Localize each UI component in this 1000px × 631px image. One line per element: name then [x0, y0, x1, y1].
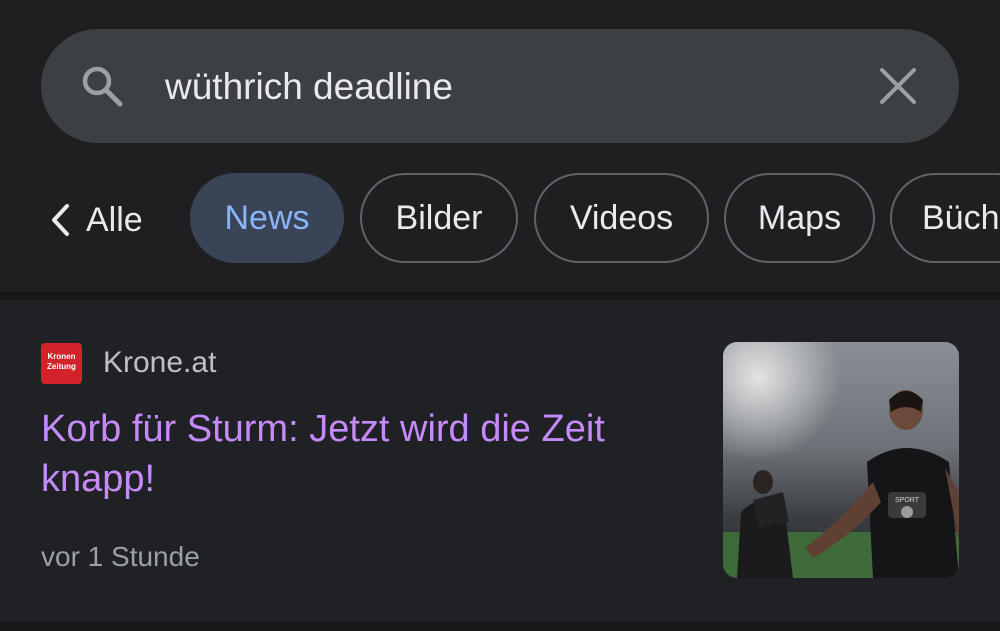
close-icon[interactable]: [878, 66, 918, 106]
tab-all-back[interactable]: Alle: [50, 197, 143, 243]
search-results-page: wüthrich deadline Alle News Bilder Video…: [0, 0, 1000, 631]
chevron-left-icon: [52, 204, 69, 236]
result-divider: [0, 622, 1000, 631]
svg-text:SPORT: SPORT: [895, 497, 920, 504]
tab-images[interactable]: Bilder: [360, 173, 518, 263]
result-headline[interactable]: Korb für Sturm: Jetzt wird die Zeit knap…: [41, 404, 691, 504]
tab-news[interactable]: News: [190, 173, 344, 263]
favicon-text-line1: Kronen: [47, 352, 76, 361]
search-input[interactable]: wüthrich deadline: [165, 64, 805, 110]
source-name[interactable]: Krone.at: [103, 344, 216, 382]
favicon-text-line2: Zeitung: [47, 362, 76, 371]
tab-videos[interactable]: Videos: [534, 173, 709, 263]
tab-all-label: Alle: [86, 200, 143, 239]
search-icon[interactable]: [78, 62, 126, 110]
header-divider: [0, 292, 1000, 300]
source-favicon: Kronen Zeitung: [41, 343, 82, 384]
tab-books[interactable]: Büch: [890, 173, 1000, 263]
tab-maps[interactable]: Maps: [724, 173, 875, 263]
search-header: wüthrich deadline Alle News Bilder Video…: [0, 0, 1000, 292]
result-thumbnail[interactable]: SPORT: [723, 342, 959, 578]
result-timestamp: vor 1 Stunde: [41, 541, 200, 572]
